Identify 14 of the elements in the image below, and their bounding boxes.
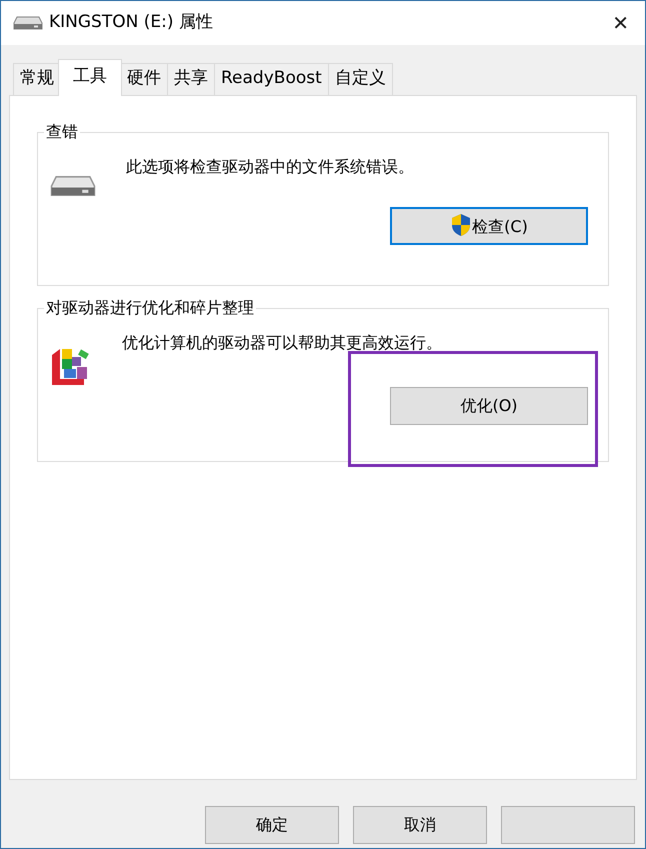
drive-icon: [13, 16, 43, 30]
shield-icon: [450, 212, 472, 236]
tab[interactable]: 常规: [13, 63, 61, 94]
action-button[interactable]: 优化(O): [390, 386, 588, 424]
tab[interactable]: 工具: [58, 59, 122, 96]
tab[interactable]: 自定义: [328, 63, 393, 94]
dialog-button[interactable]: 取消: [353, 806, 487, 844]
drive-icon: [50, 174, 96, 196]
dialog-button[interactable]: 确定: [205, 806, 339, 844]
action-button[interactable]: 检查(C): [390, 206, 588, 244]
description-text: 此选项将检查驱动器中的文件系统错误。: [126, 156, 415, 178]
close-button[interactable]: ✕: [604, 8, 637, 38]
description-text: 优化计算机的驱动器可以帮助其更高效运行。: [122, 332, 443, 354]
window-title: KINGSTON (E:) 属性: [49, 11, 214, 34]
